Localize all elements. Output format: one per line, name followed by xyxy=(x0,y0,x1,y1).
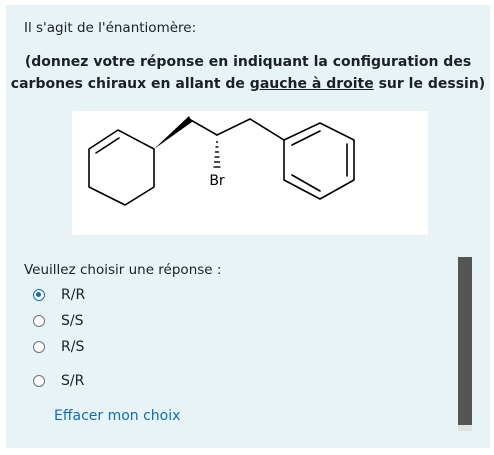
answer-prompt: Veuillez choisir une réponse : xyxy=(24,262,222,278)
answer-option-1[interactable]: R/R xyxy=(33,285,85,305)
question-card: Il s'agit de l'énantiomère: (donnez votr… xyxy=(6,5,490,448)
answer-option-label[interactable]: S/S xyxy=(61,313,84,329)
radio-button[interactable] xyxy=(33,375,45,387)
instruction-line-2: carbones chiraux en allant de gauche à d… xyxy=(6,73,490,95)
answer-option-3[interactable]: R/S xyxy=(33,337,84,357)
radio-button-selected[interactable] xyxy=(33,289,45,301)
instruction-line-1: (donnez votre réponse en indiquant la co… xyxy=(24,54,472,70)
molecule-structure-drawing: Br xyxy=(88,116,355,206)
answer-option-label[interactable]: S/R xyxy=(61,373,84,389)
scrollbar[interactable] xyxy=(458,257,472,431)
instruction-underlined: gauche à droite xyxy=(249,76,374,92)
clear-choice-link[interactable]: Effacer mon choix xyxy=(54,408,180,424)
answer-option-label[interactable]: R/R xyxy=(61,287,85,303)
answer-option-label[interactable]: R/S xyxy=(61,339,84,355)
radio-button[interactable] xyxy=(33,341,45,353)
instruction-text-after: sur le dessin) xyxy=(373,76,486,92)
bromine-atom-label: Br xyxy=(209,173,225,189)
scrollbar-thumb[interactable] xyxy=(458,257,472,425)
instruction-text-before: carbones chiraux en allant de xyxy=(10,76,250,92)
answer-option-2[interactable]: S/S xyxy=(33,311,84,331)
answer-option-4[interactable]: S/R xyxy=(33,371,84,391)
radio-button[interactable] xyxy=(33,315,45,327)
question-instruction: (donnez votre réponse en indiquant la co… xyxy=(6,51,490,95)
molecule-structure-image: Br xyxy=(72,111,428,235)
question-intro: Il s'agit de l'énantiomère: xyxy=(24,20,197,36)
